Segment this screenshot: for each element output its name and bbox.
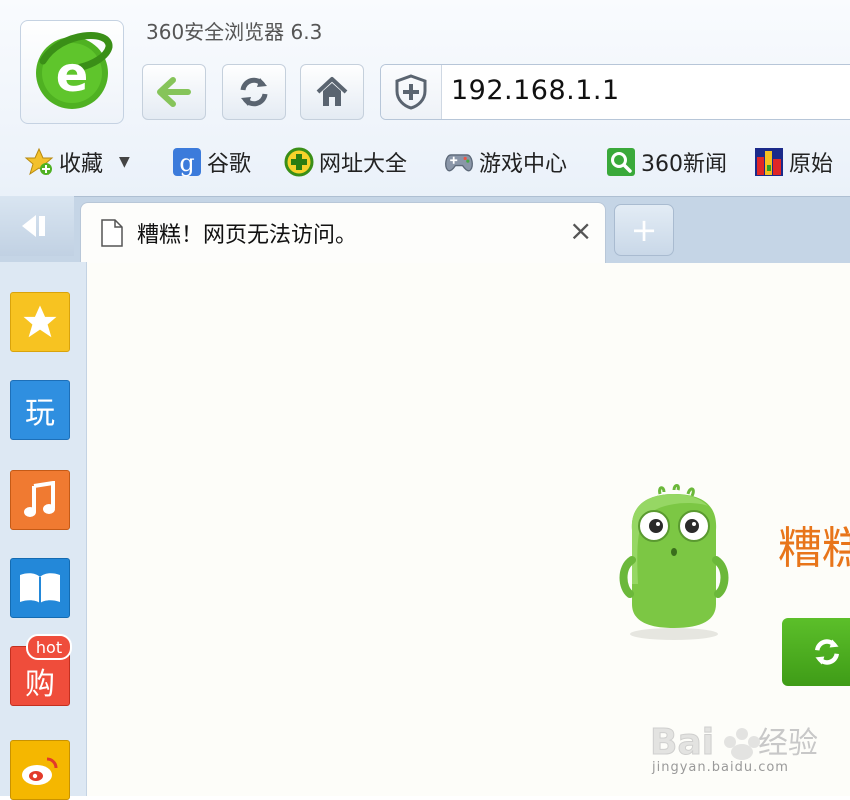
sidebar-toggle-button[interactable] [0,196,74,256]
svg-text:e: e [56,47,89,103]
home-icon [316,77,348,106]
url-input[interactable]: 192.168.1.1 [451,75,620,106]
star-icon [24,147,54,177]
error-heading: 糟糕 [778,523,850,574]
home-button[interactable] [300,64,364,120]
bookmark-original[interactable]: 原始 [754,140,833,184]
tab-active[interactable]: 糟糕！网页无法访问。 × [80,202,606,264]
shop-label: 购 [25,667,55,702]
tab-title: 糟糕！网页无法访问。 [137,223,358,248]
close-icon[interactable]: × [569,215,592,247]
google-icon: g [172,147,202,177]
sidebar-item-play[interactable]: 玩 [10,380,70,440]
svg-text:Bai: Bai [650,722,714,763]
arrow-left-icon [157,77,191,107]
address-bar[interactable]: 192.168.1.1 [380,64,850,120]
window-title: 360安全浏览器 6.3 [146,20,323,44]
bookmark-label: 360新闻 [641,152,727,177]
star-icon [23,305,57,338]
bookmark-url-directory[interactable]: 网址大全 [284,140,407,184]
weibo-icon [22,757,58,785]
browser-logo[interactable]: e [20,20,124,124]
back-button[interactable] [142,64,206,120]
mosaic-icon [754,147,784,177]
bookmark-360-news[interactable]: 360新闻 [606,140,727,184]
page-icon [101,219,123,247]
sidebar-item-reading[interactable] [10,558,70,618]
refresh-button[interactable] [222,64,286,120]
bookmark-label: 网址大全 [319,152,408,177]
shield-icon [395,74,427,110]
bookmark-google[interactable]: g 谷歌 [172,140,251,184]
refresh-icon [240,77,268,107]
bookmark-label: 原始 [789,152,834,177]
sidebar-item-music[interactable] [10,470,70,530]
svg-text:g: g [179,149,194,177]
new-tab-button[interactable]: + [614,204,674,256]
360-browser-logo-icon: e [36,32,113,109]
bookmark-label: 收藏 [59,152,104,177]
bookmark-label: 谷歌 [207,152,252,177]
reload-page-button[interactable] [782,618,850,686]
refresh-icon [815,639,839,665]
watermark-url: jingyan.baidu.com [652,760,789,775]
music-note-icon [24,481,55,517]
sidebar-item-weibo[interactable] [10,740,70,800]
bookmark-label: 游戏中心 [479,152,568,177]
gamepad-icon [444,147,474,177]
watermark-brand: 经验 [758,726,818,761]
book-icon [20,573,60,603]
hot-badge: hot [26,634,72,660]
chevron-down-icon[interactable]: ▼ [119,154,130,170]
bookmark-favorites[interactable]: 收藏 ▼ [24,140,130,184]
bookmark-game-center[interactable]: 游戏中心 [444,140,567,184]
security-shield-button[interactable] [381,65,442,119]
sidebar-item-favorites[interactable] [10,292,70,352]
collapse-left-icon [22,215,45,237]
plus-circle-icon [284,147,314,177]
search-icon [606,147,636,177]
green-monster-mascot [619,484,729,640]
